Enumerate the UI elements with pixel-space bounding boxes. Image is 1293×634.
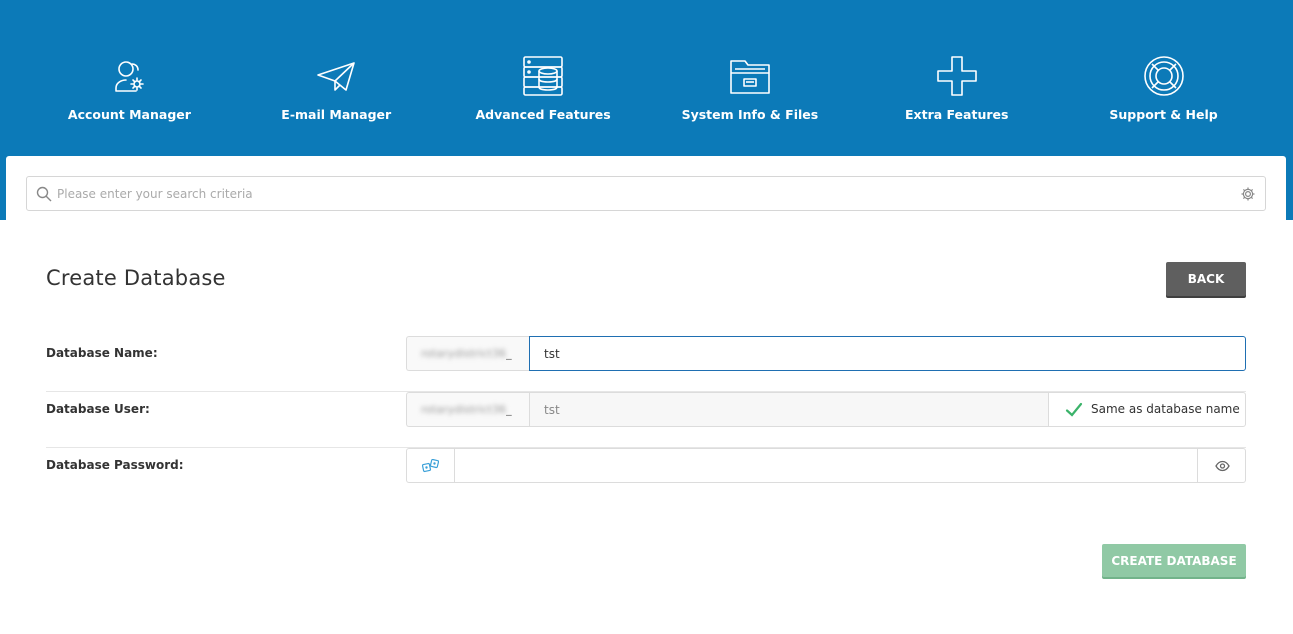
database-password-row: Database Password: xyxy=(46,448,1246,504)
nav-item-account-manager[interactable]: Account Manager xyxy=(26,0,233,156)
same-as-database-name-checkbox[interactable]: Same as database name xyxy=(1048,392,1246,427)
database-user-label: Database User: xyxy=(46,402,150,416)
generate-password-button[interactable] xyxy=(406,448,455,483)
prefix-text: rotarydistrict36 xyxy=(421,347,507,360)
gear-icon[interactable] xyxy=(1240,186,1256,202)
database-name-row: Database Name: rotarydistrict36_ xyxy=(46,336,1246,392)
back-button[interactable]: BACK xyxy=(1166,262,1246,296)
database-name-input[interactable] xyxy=(529,336,1246,371)
nav-label: Advanced Features xyxy=(475,107,611,122)
nav-label: System Info & Files xyxy=(681,107,819,122)
nav-item-support-help[interactable]: Support & Help xyxy=(1060,0,1267,156)
nav-label: Extra Features xyxy=(905,107,1009,122)
prefix-underscore: _ xyxy=(506,403,512,416)
database-user-row: Database User: rotarydistrict36_ Same as… xyxy=(46,392,1246,448)
nav-item-extra-features[interactable]: Extra Features xyxy=(853,0,1060,156)
dice-icon xyxy=(422,459,439,473)
main-panel: Create Database BACK Database Name: rota… xyxy=(6,156,1286,634)
nav-label: Support & Help xyxy=(1109,107,1218,122)
nav-label: E-mail Manager xyxy=(281,107,392,122)
database-password-input[interactable] xyxy=(454,448,1198,483)
main-navigation: Account Manager E-mail Manager Advanced … xyxy=(0,0,1293,156)
plus-icon xyxy=(934,53,980,99)
eye-icon xyxy=(1215,460,1230,472)
search-bar xyxy=(26,176,1266,211)
account-manager-icon xyxy=(106,53,152,99)
toggle-password-visibility-button[interactable] xyxy=(1197,448,1246,483)
create-database-button[interactable]: CREATE DATABASE xyxy=(1102,544,1246,577)
database-user-prefix: rotarydistrict36_ xyxy=(406,392,529,427)
checkmark-icon xyxy=(1065,402,1083,417)
page-title: Create Database xyxy=(46,266,226,290)
server-database-icon xyxy=(520,53,566,99)
database-name-prefix: rotarydistrict36_ xyxy=(406,336,529,371)
database-user-input[interactable] xyxy=(529,392,1049,427)
paper-plane-icon xyxy=(313,53,359,99)
prefix-underscore: _ xyxy=(506,347,512,360)
database-name-label: Database Name: xyxy=(46,346,158,360)
lifebuoy-icon xyxy=(1141,53,1187,99)
prefix-text: rotarydistrict36 xyxy=(421,403,507,416)
nav-label: Account Manager xyxy=(67,107,191,122)
search-icon xyxy=(36,186,52,202)
nav-item-advanced-features[interactable]: Advanced Features xyxy=(440,0,647,156)
same-as-label: Same as database name xyxy=(1091,402,1240,416)
search-input[interactable] xyxy=(57,177,1227,210)
nav-item-email-manager[interactable]: E-mail Manager xyxy=(233,0,440,156)
folder-icon xyxy=(727,53,773,99)
database-password-label: Database Password: xyxy=(46,458,184,472)
nav-item-system-info-files[interactable]: System Info & Files xyxy=(646,0,853,156)
